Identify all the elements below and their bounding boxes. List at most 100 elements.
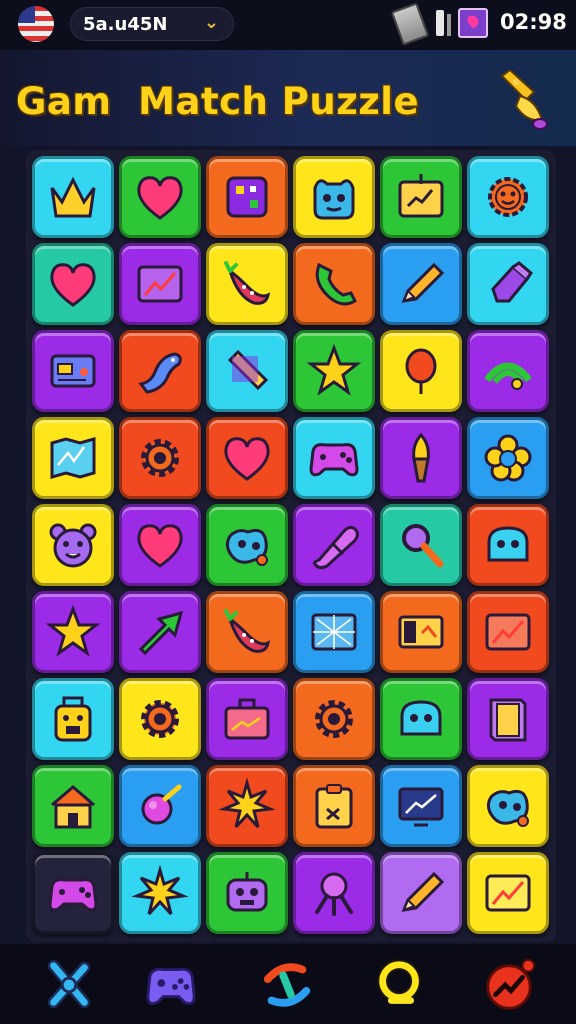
flag-icon[interactable] (18, 6, 54, 42)
pencil-icon (401, 871, 445, 912)
tile-r9-c1[interactable] (32, 852, 114, 934)
chevron-down-icon: ⌄ (203, 12, 219, 33)
tile-r2-c5[interactable] (380, 243, 462, 325)
star-burst-icon (131, 864, 189, 916)
tile-r1-c5[interactable] (380, 156, 462, 238)
nav-tools-button[interactable] (38, 954, 100, 1016)
tile-r5-c6[interactable] (467, 504, 549, 586)
tile-r6-c1[interactable] (32, 591, 114, 673)
nav-search-button[interactable] (370, 954, 432, 1016)
tile-r9-c5[interactable] (380, 852, 462, 934)
tile-r8-c4[interactable] (293, 765, 375, 847)
tile-r8-c1[interactable] (32, 765, 114, 847)
gamepad-icon (309, 443, 359, 477)
signal-bar-icon (447, 14, 451, 36)
tile-r4-c5[interactable] (380, 417, 462, 499)
tile-r8-c5[interactable] (380, 765, 462, 847)
chart-card-icon (485, 613, 531, 651)
tile-r3-c5[interactable] (380, 330, 462, 412)
card-icon (50, 354, 96, 388)
tile-r8-c2[interactable] (119, 765, 201, 847)
tile-r3-c1[interactable] (32, 330, 114, 412)
tile-r6-c3[interactable] (206, 591, 288, 673)
tile-r4-c3[interactable] (206, 417, 288, 499)
tile-r5-c4[interactable] (293, 504, 375, 586)
tile-r3-c2[interactable] (119, 330, 201, 412)
pepper-icon (224, 261, 271, 305)
tile-r7-c6[interactable] (467, 678, 549, 760)
tile-r7-c3[interactable] (206, 678, 288, 760)
tile-r5-c2[interactable] (119, 504, 201, 586)
tile-r5-c1[interactable] (32, 504, 114, 586)
tile-r2-c3[interactable] (206, 243, 288, 325)
gear-icon (141, 700, 179, 738)
tile-r9-c2[interactable] (119, 852, 201, 934)
tile-r6-c6[interactable] (467, 591, 549, 673)
tile-r1-c4[interactable] (293, 156, 375, 238)
arrow-icon (138, 610, 184, 656)
tile-r9-c4[interactable] (293, 852, 375, 934)
tile-r3-c6[interactable] (467, 330, 549, 412)
game-board (26, 150, 556, 942)
heart-icon (50, 263, 96, 307)
ghost-icon (400, 700, 442, 736)
gear-icon (141, 439, 179, 477)
tile-r2-c1[interactable] (32, 243, 114, 325)
gear-icon (315, 700, 353, 738)
tile-r1-c2[interactable] (119, 156, 201, 238)
tile-r2-c6[interactable] (467, 243, 549, 325)
monitor-chart-icon (398, 787, 444, 827)
region-selector[interactable]: 5a.u45N ⌄ (70, 7, 234, 41)
tile-r7-c2[interactable] (119, 678, 201, 760)
status-bar: 5a.u45N ⌄ 02:98 (0, 0, 576, 50)
tile-r1-c3[interactable] (206, 156, 288, 238)
tile-r8-c6[interactable] (467, 765, 549, 847)
phone-icon (315, 262, 357, 306)
tile-r6-c4[interactable] (293, 591, 375, 673)
ruler-icon (227, 349, 269, 391)
tile-r2-c2[interactable] (119, 243, 201, 325)
magnifier-icon (402, 524, 444, 568)
page-title: Gam Match Puzzle (16, 80, 420, 123)
tile-r2-c4[interactable] (293, 243, 375, 325)
nav-games-button[interactable] (140, 954, 202, 1016)
tile-r5-c3[interactable] (206, 504, 288, 586)
star-icon (45, 604, 101, 657)
region-label: 5a.u45N (83, 13, 168, 35)
tile-r7-c4[interactable] (293, 678, 375, 760)
tile-r4-c1[interactable] (32, 417, 114, 499)
tile-r6-c5[interactable] (380, 591, 462, 673)
notification-icon[interactable] (458, 8, 488, 38)
crown-icon (50, 176, 96, 218)
gamepad-icon (146, 967, 196, 1005)
ghost-icon (487, 526, 529, 562)
tile-r6-c2[interactable] (119, 591, 201, 673)
tile-r9-c3[interactable] (206, 852, 288, 934)
tile-r1-c6[interactable] (467, 156, 549, 238)
tile-r9-c6[interactable] (467, 852, 549, 934)
tile-r8-c3[interactable] (206, 765, 288, 847)
tile-r1-c1[interactable] (32, 156, 114, 238)
nav-swap-button[interactable] (256, 954, 318, 1016)
tile-r3-c4[interactable] (293, 330, 375, 412)
tile-r5-c5[interactable] (380, 504, 462, 586)
tile-r4-c2[interactable] (119, 417, 201, 499)
chart-card-icon (485, 874, 531, 912)
heart-icon (137, 176, 183, 220)
nav-trend-button[interactable] (478, 954, 540, 1016)
tile-r7-c1[interactable] (32, 678, 114, 760)
chart-card-icon (137, 265, 183, 303)
house-icon (51, 785, 95, 829)
panel-icon (398, 615, 444, 649)
flower-icon (484, 434, 532, 482)
tile-r4-c6[interactable] (467, 417, 549, 499)
rocket-icon[interactable] (496, 70, 548, 134)
heart-icon (224, 437, 270, 481)
book-icon (489, 698, 527, 742)
heart-icon (137, 524, 183, 568)
tile-r7-c5[interactable] (380, 678, 462, 760)
robot-face-icon (226, 872, 268, 912)
tile-r3-c3[interactable] (206, 330, 288, 412)
tile-r4-c4[interactable] (293, 417, 375, 499)
bottom-nav (0, 944, 576, 1024)
